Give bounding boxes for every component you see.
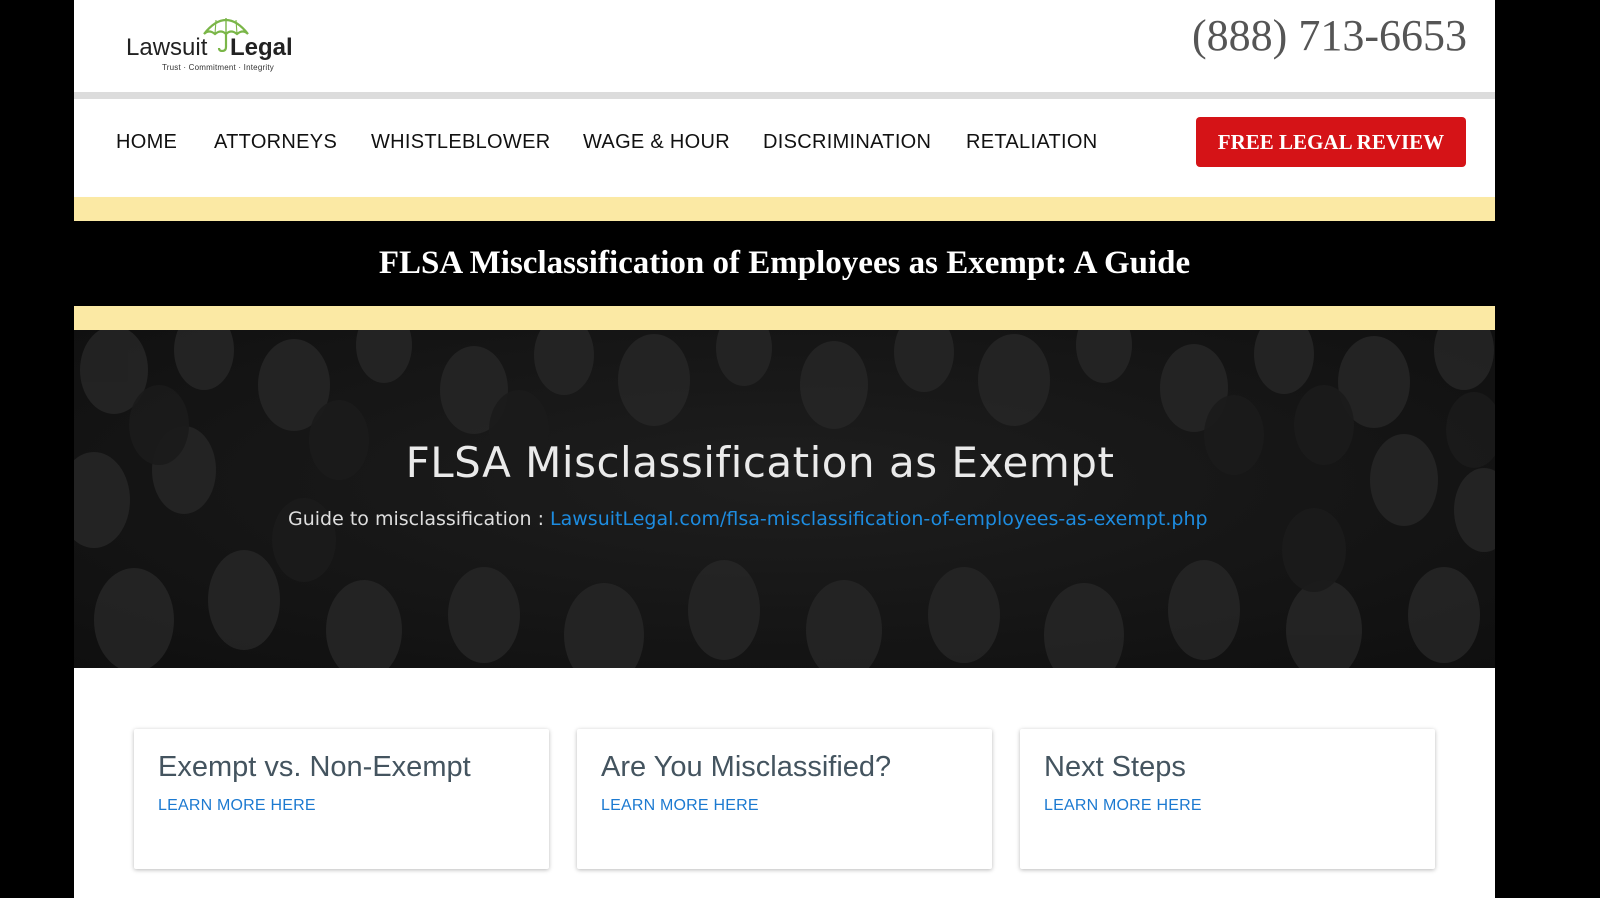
card-are-you-misclassified: Are You Misclassified? LEARN MORE HERE [577, 729, 992, 869]
learn-more-link[interactable]: LEARN MORE HERE [158, 797, 316, 815]
banner-ribbon-bottom [74, 306, 1495, 330]
card-title: Next Steps [1044, 751, 1186, 783]
nav-item-attorneys[interactable]: ATTORNEYS [214, 131, 337, 154]
main-nav: HOME ATTORNEYS WHISTLEBLOWER WAGE & HOUR… [74, 99, 1495, 195]
free-legal-review-button[interactable]: FREE LEGAL REVIEW [1196, 117, 1466, 167]
page-title: FLSA Misclassification of Employees as E… [378, 245, 1191, 281]
hero-heading: FLSA Misclassification as Exempt [405, 438, 1115, 487]
card-exempt-vs-non-exempt: Exempt vs. Non-Exempt LEARN MORE HERE [134, 729, 549, 869]
nav-item-wage-hour[interactable]: WAGE & HOUR [583, 131, 730, 154]
learn-more-link[interactable]: LEARN MORE HERE [1044, 797, 1202, 815]
hero-banner: FLSA Misclassification as Exempt Guide t… [74, 330, 1495, 668]
page: Lawsuit Legal Trust · Commitment · Integ… [74, 0, 1495, 898]
card-next-steps: Next Steps LEARN MORE HERE [1020, 729, 1435, 869]
card-title: Are You Misclassified? [601, 751, 892, 783]
site-logo[interactable]: Lawsuit Legal Trust · Commitment · Integ… [126, 12, 316, 76]
learn-more-link[interactable]: LEARN MORE HERE [601, 797, 759, 815]
nav-item-home[interactable]: HOME [116, 131, 177, 154]
logo-tagline: Trust · Commitment · Integrity [162, 63, 274, 72]
hero-subline: Guide to misclassification : LawsuitLega… [288, 508, 1208, 530]
hero-sub-label: Guide to misclassification : [288, 508, 544, 530]
site-header: Lawsuit Legal Trust · Commitment · Integ… [74, 0, 1495, 92]
phone-number-link[interactable]: (888) 713-6653 [1192, 10, 1467, 61]
card-title: Exempt vs. Non-Exempt [158, 751, 471, 783]
nav-item-whistleblower[interactable]: WHISTLEBLOWER [371, 131, 550, 154]
crowd-background-image [74, 330, 1495, 668]
logo-word-legal: Legal [230, 34, 293, 61]
nav-item-retaliation[interactable]: RETALIATION [966, 131, 1097, 154]
page-title-band: FLSA Misclassification of Employees as E… [74, 221, 1495, 306]
banner-ribbon-top [74, 197, 1495, 221]
nav-item-discrimination[interactable]: DISCRIMINATION [763, 131, 931, 154]
logo-word-lawsuit: Lawsuit [126, 34, 208, 61]
hero-guide-link[interactable]: LawsuitLegal.com/flsa-misclassification-… [550, 508, 1208, 530]
header-divider [74, 92, 1495, 99]
